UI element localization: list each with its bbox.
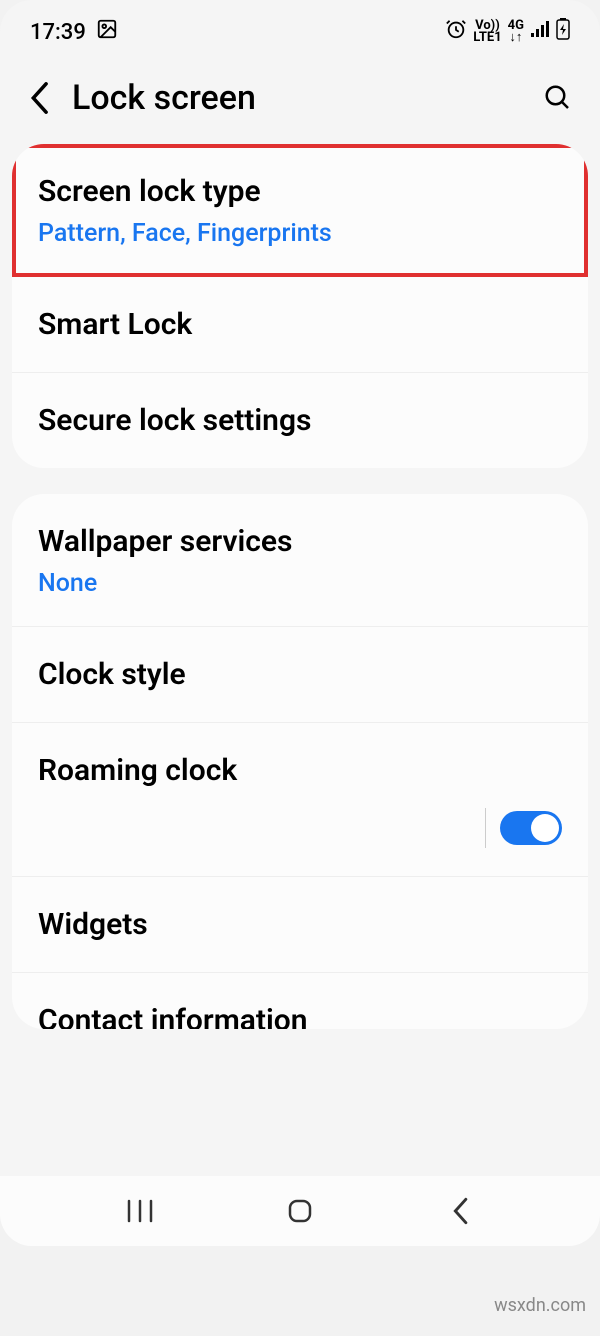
wallpaper-services-item[interactable]: Wallpaper services None [12, 494, 588, 627]
watermark: wsxdn.com [494, 1295, 586, 1316]
roaming-clock-toggle-row [12, 798, 588, 877]
item-title: Smart Lock [38, 305, 562, 344]
page-header: Lock screen [0, 56, 600, 144]
item-subtitle: Pattern, Face, Fingerprints [38, 219, 562, 248]
item-subtitle: None [38, 569, 562, 598]
screenshot-icon [96, 18, 118, 46]
widgets-item[interactable]: Widgets [12, 877, 588, 973]
roaming-clock-toggle[interactable] [500, 811, 562, 845]
back-button[interactable] [24, 83, 54, 113]
item-title: Widgets [38, 905, 562, 944]
battery-charging-icon [556, 18, 570, 46]
status-bar: 17:39 Vo)) LTE1 4G ↓↑ [0, 0, 600, 56]
signal-icon [530, 19, 550, 45]
item-title: Clock style [38, 655, 562, 694]
settings-group-2: Wallpaper services None Clock style Roam… [12, 494, 588, 1029]
clock-style-item[interactable]: Clock style [12, 627, 588, 723]
nav-back-button[interactable] [440, 1191, 480, 1231]
toggle-divider [485, 808, 486, 848]
volte-indicator: Vo)) LTE1 [473, 20, 501, 43]
item-title: Secure lock settings [38, 401, 562, 440]
search-button[interactable] [540, 80, 576, 116]
secure-lock-settings-item[interactable]: Secure lock settings [12, 373, 588, 468]
item-title: Wallpaper services [38, 522, 562, 561]
network-indicator: 4G ↓↑ [508, 20, 524, 43]
item-title: Contact information [38, 1001, 562, 1029]
status-time: 17:39 [30, 20, 86, 45]
page-title: Lock screen [72, 78, 522, 118]
navigation-bar [0, 1176, 600, 1246]
smart-lock-item[interactable]: Smart Lock [12, 277, 588, 373]
recents-button[interactable] [120, 1191, 160, 1231]
roaming-clock-item[interactable]: Roaming clock [12, 723, 588, 798]
screen-lock-type-item[interactable]: Screen lock type Pattern, Face, Fingerpr… [12, 144, 588, 277]
contact-information-item[interactable]: Contact information [12, 973, 588, 1029]
item-title: Roaming clock [38, 751, 562, 790]
settings-group-1: Screen lock type Pattern, Face, Fingerpr… [12, 144, 588, 468]
alarm-icon [445, 18, 467, 46]
home-button[interactable] [280, 1191, 320, 1231]
item-title: Screen lock type [38, 172, 562, 211]
